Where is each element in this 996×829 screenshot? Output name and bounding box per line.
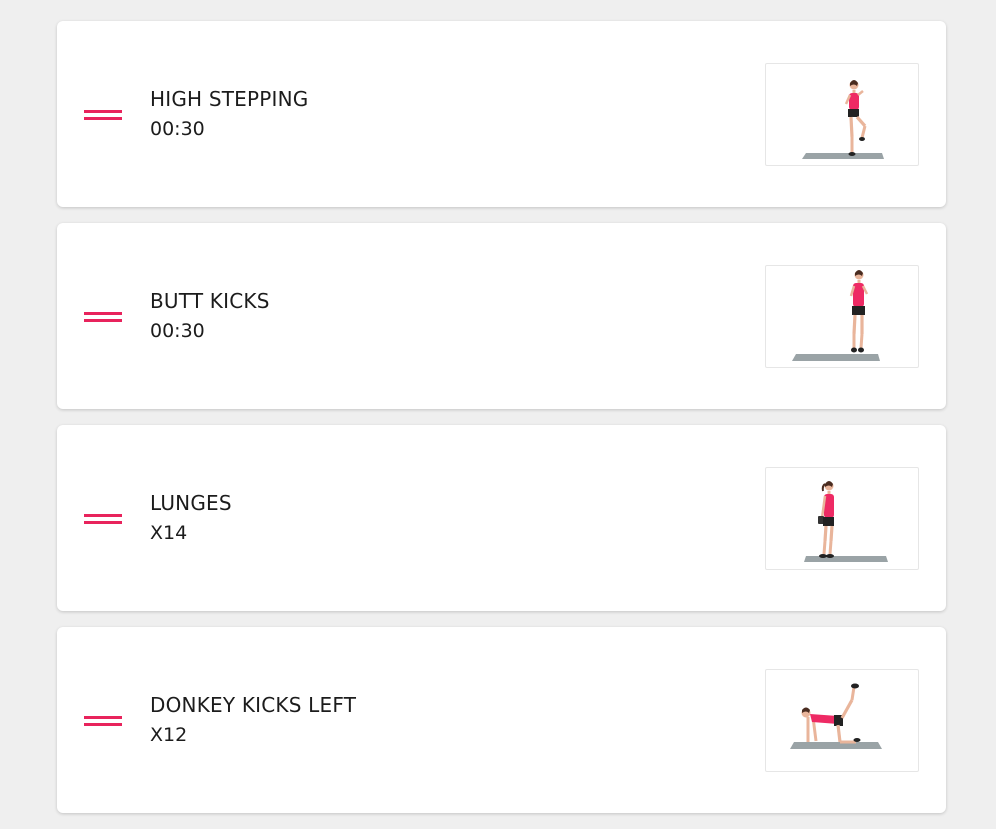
exercise-card[interactable]: DONKEY KICKS LEFT X12 — [57, 627, 946, 813]
exercise-name: LUNGES — [150, 491, 232, 515]
exercise-amount: 00:30 — [150, 118, 205, 140]
exercise-info: DONKEY KICKS LEFT X12 — [150, 693, 356, 747]
exercise-name: DONKEY KICKS LEFT — [150, 693, 357, 717]
drag-handle-icon[interactable] — [84, 312, 122, 323]
exercise-thumbnail[interactable] — [765, 63, 919, 166]
exercise-name: BUTT KICKS — [150, 289, 270, 313]
exercise-name: HIGH STEPPING — [150, 87, 309, 111]
drag-handle-icon[interactable] — [84, 110, 122, 121]
exercise-thumbnail[interactable] — [765, 467, 919, 570]
exercise-thumbnail[interactable] — [765, 265, 919, 368]
exercise-amount: 00:30 — [150, 320, 205, 342]
exercise-list: HIGH STEPPING 00:30 BUTT KICKS 00:30 LUN… — [57, 21, 946, 829]
exercise-info: LUNGES X14 — [150, 491, 232, 545]
drag-handle-icon[interactable] — [84, 716, 122, 727]
exercise-amount: X12 — [150, 724, 188, 746]
exercise-info: HIGH STEPPING 00:30 — [150, 87, 308, 141]
drag-handle-icon[interactable] — [84, 514, 122, 525]
exercise-card[interactable]: BUTT KICKS 00:30 — [57, 223, 946, 409]
exercise-thumbnail[interactable] — [765, 669, 919, 772]
exercise-info: BUTT KICKS 00:30 — [150, 289, 270, 343]
exercise-card[interactable]: HIGH STEPPING 00:30 — [57, 21, 946, 207]
exercise-amount: X14 — [150, 522, 188, 544]
exercise-card[interactable]: LUNGES X14 — [57, 425, 946, 611]
